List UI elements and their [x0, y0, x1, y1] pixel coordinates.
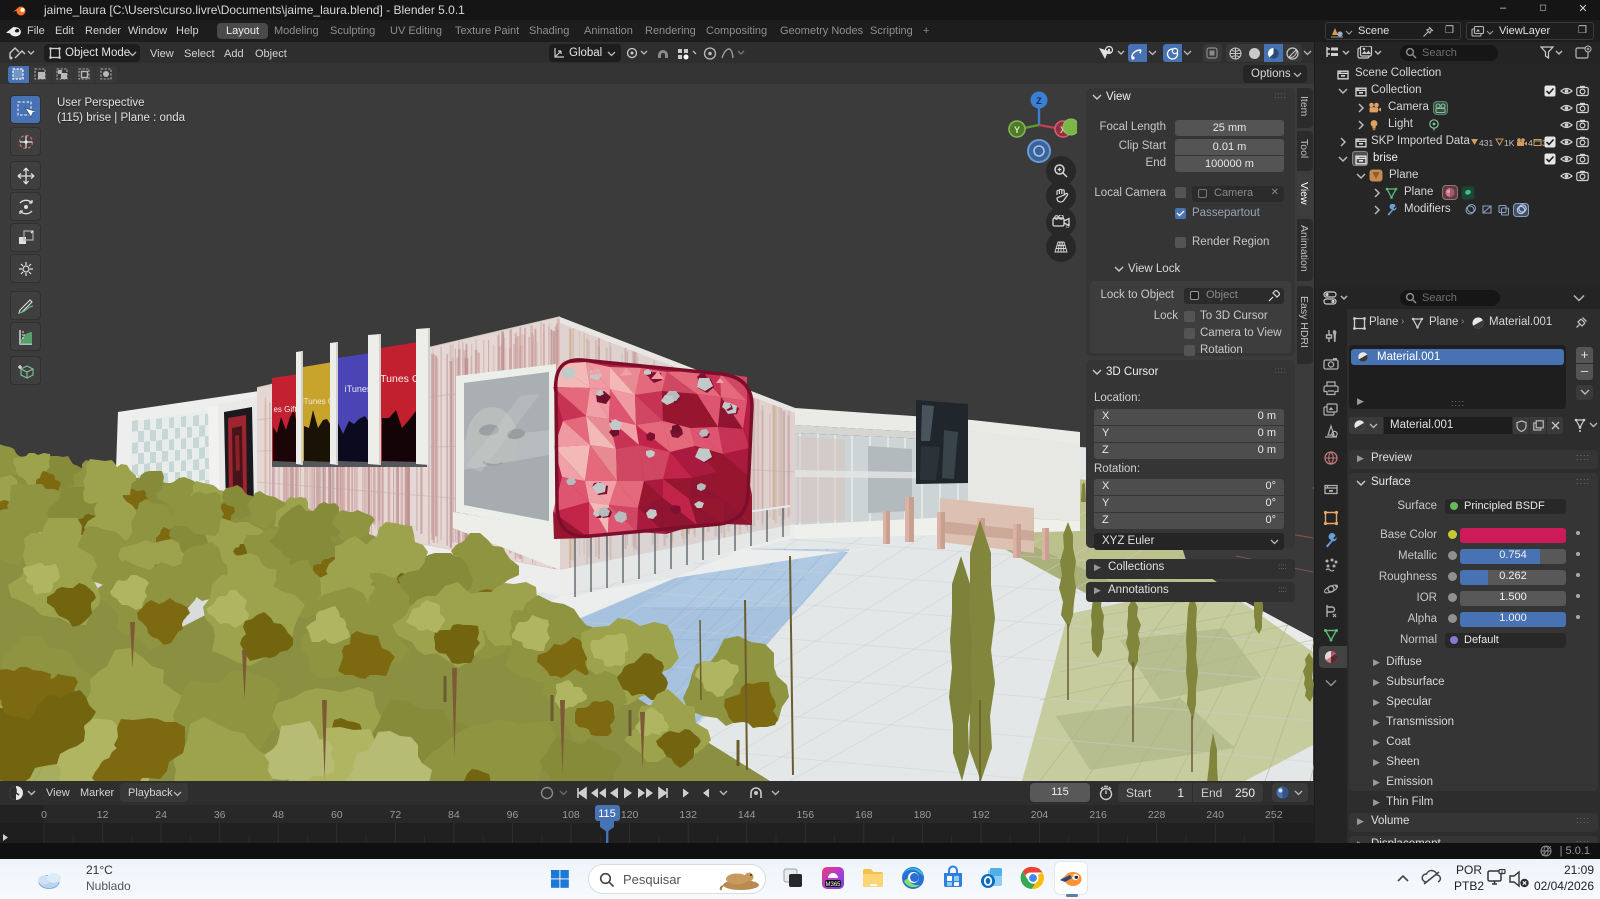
- svg-text:60: 60: [331, 809, 343, 821]
- svg-text:144: 144: [738, 809, 756, 821]
- svg-text:216: 216: [1089, 809, 1107, 821]
- svg-text:36: 36: [214, 809, 226, 821]
- svg-text:iTunes G: iTunes G: [302, 397, 334, 406]
- svg-text:d: d: [1066, 224, 1069, 229]
- svg-text:24: 24: [155, 809, 167, 821]
- svg-text:204: 204: [1031, 809, 1049, 821]
- svg-text:240: 240: [1206, 809, 1224, 821]
- svg-text:iTunes: iTunes: [345, 384, 372, 394]
- svg-text:192: 192: [972, 809, 990, 821]
- svg-text:115: 115: [598, 808, 616, 820]
- svg-text:Y: Y: [1014, 125, 1020, 135]
- svg-text:4: 4: [1528, 138, 1533, 148]
- svg-text:Z: Z: [1036, 96, 1042, 106]
- svg-text:1K: 1K: [1504, 138, 1515, 148]
- svg-text:168: 168: [855, 809, 873, 821]
- svg-text:72: 72: [390, 809, 402, 821]
- svg-text:252: 252: [1265, 809, 1283, 821]
- svg-text:228: 228: [1148, 809, 1166, 821]
- svg-text:48: 48: [272, 809, 284, 821]
- svg-text:156: 156: [797, 809, 815, 821]
- svg-text:180: 180: [914, 809, 932, 821]
- svg-text:120: 120: [621, 809, 639, 821]
- svg-text:M365: M365: [825, 882, 841, 888]
- svg-text:12: 12: [97, 809, 109, 821]
- svg-text:0: 0: [41, 809, 47, 821]
- svg-text:84: 84: [448, 809, 460, 821]
- svg-text:96: 96: [507, 809, 519, 821]
- svg-text:431: 431: [1479, 138, 1493, 148]
- svg-text:es Gift: es Gift: [273, 405, 297, 414]
- svg-text:108: 108: [562, 809, 580, 821]
- svg-text:132: 132: [679, 809, 697, 821]
